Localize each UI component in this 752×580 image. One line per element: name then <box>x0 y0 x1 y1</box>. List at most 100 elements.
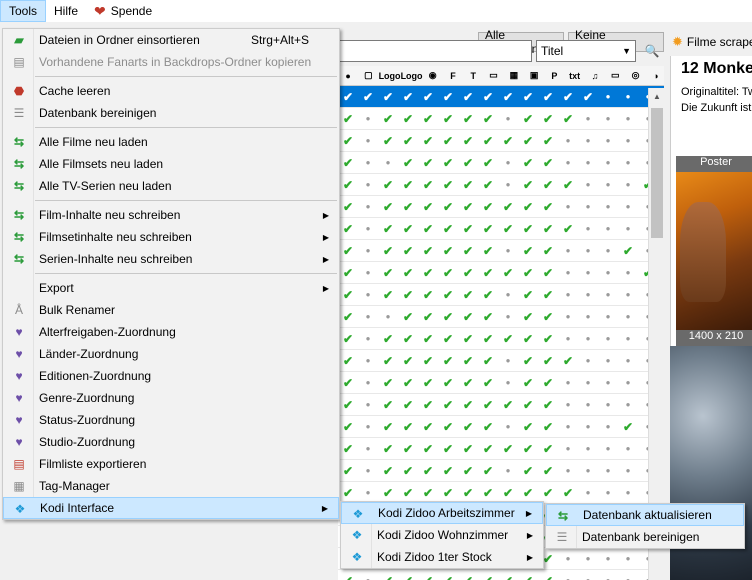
table-row[interactable]: ✔●✔✔✔✔✔✔✔✔✔●●●●● <box>338 130 664 152</box>
check-icon: ✔ <box>342 221 354 236</box>
table-row[interactable]: ✔●●✔✔✔✔✔●✔✔●●●●● <box>338 152 664 174</box>
column-header-icon[interactable]: ▭ <box>485 68 501 84</box>
missing-dot-icon: ● <box>565 290 571 299</box>
poster-image[interactable] <box>676 172 752 330</box>
check-icon: ✔ <box>522 199 534 214</box>
column-header-icon[interactable]: ● <box>340 68 356 84</box>
check-icon: ✔ <box>382 177 394 192</box>
column-header-icon[interactable]: F <box>445 68 461 84</box>
table-row[interactable]: ✔●✔✔✔✔✔✔●✔✔✔●●●✔ <box>338 174 664 196</box>
column-header-icon[interactable]: ▦ <box>506 68 522 84</box>
table-row[interactable]: ✔✔✔✔✔✔✔✔✔✔✔✔✔●●● <box>338 86 664 108</box>
menu-item-alle-filme-neu-laden[interactable]: ⇆ Alle Filme neu laden <box>3 131 339 153</box>
table-row[interactable]: ✔●✔✔✔✔✔✔●✔✔●●●●● <box>338 284 664 306</box>
check-icon: ✔ <box>442 199 454 214</box>
menu-item-datenbank-bereinigen[interactable]: ☰ Datenbank bereinigen <box>3 102 339 124</box>
check-icon: ✔ <box>542 177 554 192</box>
check-icon: ✔ <box>402 331 414 346</box>
check-icon: ✔ <box>582 89 594 104</box>
check-icon: ✔ <box>402 177 414 192</box>
missing-dot-icon: ● <box>625 378 631 387</box>
filter-input[interactable] <box>338 40 532 62</box>
menu-item-label: Kodi Zidoo Arbeitszimmer <box>378 506 515 520</box>
scrape-movies-button[interactable]: ✹ Filme scrape <box>672 34 752 50</box>
menu-item-datenbank-aktualisieren[interactable]: ⇆ Datenbank aktualisieren <box>546 504 744 526</box>
sort-select[interactable]: Titel ▼ <box>536 40 636 62</box>
menu-item-status-zuordnung[interactable]: ♥ Status-Zuordnung <box>3 409 339 431</box>
menu-item-editionen-zuordnung[interactable]: ♥ Editionen-Zuordnung <box>3 365 339 387</box>
table-row[interactable]: ✔●✔✔✔✔✔✔✔✔✔●●●●● <box>338 328 664 350</box>
column-header-icon[interactable]: T <box>465 68 481 84</box>
menu-item-alterfreigaben-zuordnung[interactable]: ♥ Alterfreigaben-Zuordnung <box>3 321 339 343</box>
missing-dot-icon: ● <box>598 570 618 580</box>
missing-dot-icon: ● <box>365 312 371 321</box>
table-row[interactable]: ✔●✔✔✔✔✔✔●✔✔●●●✔● <box>338 416 664 438</box>
table-row[interactable]: ✔●✔✔✔✔✔✔✔✔✔✔●●●● <box>338 218 664 240</box>
column-header-icon[interactable]: ▭ <box>607 68 623 84</box>
menu-item-genre-zuordnung[interactable]: ♥ Genre-Zuordnung <box>3 387 339 409</box>
menu-item-filmsetinhalte-neu-schreiben[interactable]: ⇆ Filmsetinhalte neu schreiben ▶ <box>3 226 339 248</box>
menu-item-alle-tv-serien-neu-laden[interactable]: ⇆ Alle TV-Serien neu laden <box>3 175 339 197</box>
missing-dot-icon: ● <box>585 268 591 277</box>
menu-item-länder-zuordnung[interactable]: ♥ Länder-Zuordnung <box>3 343 339 365</box>
menu-item-bulk-renamer[interactable]: Å Bulk Renamer <box>3 299 339 321</box>
menu-item-kodi-zidoo-1ter-stock[interactable]: ❖ Kodi Zidoo 1ter Stock ▶ <box>341 546 543 568</box>
table-row[interactable]: ✔●✔✔✔✔✔✔✔✔✔●●●●● <box>338 196 664 218</box>
check-icon: ✔ <box>422 243 434 258</box>
menu-item-filmliste-exportieren[interactable]: ▤ Filmliste exportieren <box>3 453 339 475</box>
scroll-thumb[interactable] <box>651 108 663 238</box>
column-header-icon[interactable]: ◑ <box>648 68 664 84</box>
menu-item-alle-filmsets-neu-laden[interactable]: ⇆ Alle Filmsets neu laden <box>3 153 339 175</box>
menu-item-datenbank-bereinigen[interactable]: ☰ Datenbank bereinigen <box>546 526 744 548</box>
menu-item-kodi-zidoo-arbeitszimmer[interactable]: ❖ Kodi Zidoo Arbeitszimmer ▶ <box>341 502 543 524</box>
table-row[interactable]: ✔●✔✔✔✔✔✔✔✔✔●●●●● <box>338 438 664 460</box>
check-icon: ✔ <box>402 463 414 478</box>
missing-dot-icon: ● <box>365 466 371 475</box>
menu-item-tag-manager[interactable]: ▦ Tag-Manager <box>3 475 339 497</box>
column-header-icon[interactable]: P <box>546 68 562 84</box>
column-header-icon[interactable]: ▣ <box>526 68 542 84</box>
search-icon[interactable]: 🔍 <box>642 40 662 62</box>
missing-dot-icon: ● <box>625 554 631 563</box>
menu-item-studio-zuordnung[interactable]: ♥ Studio-Zuordnung <box>3 431 339 453</box>
missing-dot-icon: ● <box>565 554 571 563</box>
column-header-icon[interactable]: txt <box>567 68 583 84</box>
table-row[interactable]: ✔●✔✔✔✔✔✔●✔✔●●●●● <box>338 460 664 482</box>
missing-dot-icon: ● <box>365 114 371 123</box>
menu-item-serien-inhalte-neu-schreiben[interactable]: ⇆ Serien-Inhalte neu schreiben ▶ <box>3 248 339 270</box>
check-icon: ✔ <box>462 463 474 478</box>
missing-dot-icon: ● <box>625 444 631 453</box>
scroll-up-icon[interactable]: ▲ <box>649 88 665 104</box>
check-icon: ✔ <box>462 309 474 324</box>
menu-item-film-inhalte-neu-schreiben[interactable]: ⇆ Film-Inhalte neu schreiben ▶ <box>3 204 339 226</box>
column-header-icon[interactable]: Logo <box>379 68 401 84</box>
menu-item-label: Alterfreigaben-Zuordnung <box>39 325 176 339</box>
column-header-icon[interactable]: Logo <box>401 68 423 84</box>
menu-item-export[interactable]: Export ▶ <box>3 277 339 299</box>
menu-tools[interactable]: Tools <box>0 0 47 22</box>
column-header-icon[interactable]: ◎ <box>627 68 643 84</box>
table-row[interactable]: ✔●✔✔✔✔✔✔●✔✔✔●●●● <box>338 108 664 130</box>
menu-item-kodi-interface[interactable]: ❖ Kodi Interface ▶ <box>3 497 339 519</box>
table-row[interactable]: ✔●●✔✔✔✔✔●✔✔●●●●● <box>338 306 664 328</box>
table-row[interactable]: ✔●✔✔✔✔✔✔●✔✔●●●✔● <box>338 240 664 262</box>
missing-dot-icon: ● <box>605 180 611 189</box>
check-icon: ✔ <box>342 155 354 170</box>
table-row[interactable]: ✔●✔✔✔✔✔✔●✔✔●●●●● <box>338 372 664 394</box>
check-icon: ✔ <box>438 570 458 580</box>
table-row[interactable]: ✔●✔✔✔✔✔✔✔✔✔●●●●✔ <box>338 262 664 284</box>
check-icon: ✔ <box>342 353 354 368</box>
check-icon: ✔ <box>382 265 394 280</box>
column-header-icon[interactable]: ♫ <box>587 68 603 84</box>
column-header-icon[interactable]: ▢ <box>360 68 376 84</box>
menu-item-cache-leeren[interactable]: ⬣ Cache leeren <box>3 80 339 102</box>
menu-spende[interactable]: ❤ Spende <box>86 0 160 22</box>
check-icon: ✔ <box>562 177 574 192</box>
table-row[interactable]: ✔●✔✔✔✔✔✔✔✔✔●●●●● <box>338 570 664 580</box>
table-row[interactable]: ✔●✔✔✔✔✔✔✔✔✔●●●●● <box>338 394 664 416</box>
menu-item-dateien-in-ordner-einsortieren[interactable]: ▰ Dateien in Ordner einsortieren Strg+Alt+… <box>3 29 339 51</box>
column-header-icon[interactable]: ◉ <box>425 68 441 84</box>
table-row[interactable]: ✔●✔✔✔✔✔✔●✔✔✔●●●● <box>338 350 664 372</box>
menu-hilfe[interactable]: Hilfe <box>46 0 86 22</box>
menu-item-kodi-zidoo-wohnzimmer[interactable]: ❖ Kodi Zidoo Wohnzimmer ▶ <box>341 524 543 546</box>
